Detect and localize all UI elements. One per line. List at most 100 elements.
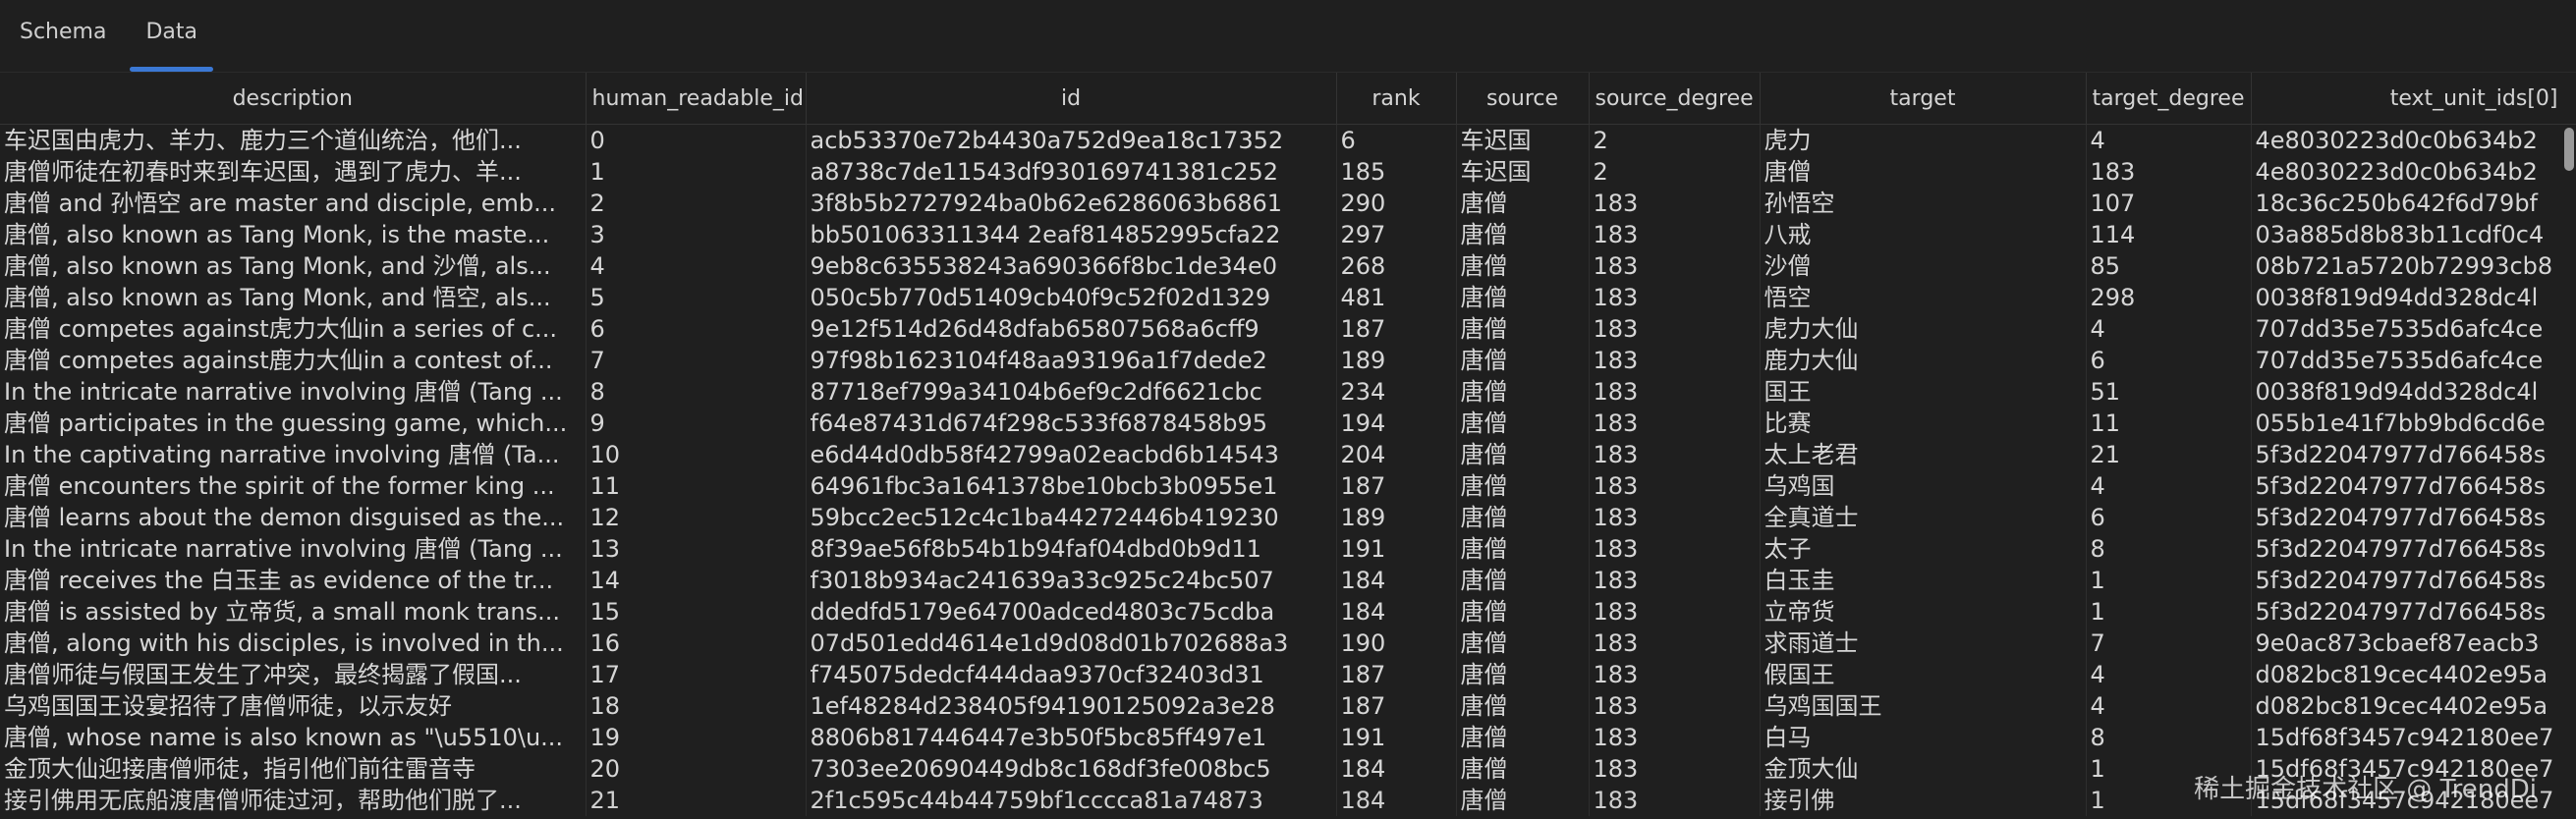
cell-human-readable-id: 10 [586, 439, 807, 470]
table-row[interactable]: In the intricate narrative involving 唐僧 … [0, 376, 2576, 408]
cell-target-degree: 107 [2086, 188, 2252, 219]
cell-source-degree: 183 [1589, 219, 1761, 250]
cell-id: 2f1c595c44b44759bf1cccca81a74873 [806, 785, 1337, 816]
cell-text-unit-ids: 5f3d22047977d766458s [2251, 502, 2576, 533]
cell-source: 唐僧 [1456, 282, 1590, 313]
column-header-text-unit-ids[interactable]: text_unit_ids[0] [2251, 73, 2576, 125]
cell-target-degree: 51 [2086, 376, 2252, 408]
column-header-human-readable-id[interactable]: human_readable_id [586, 73, 807, 125]
cell-source: 唐僧 [1456, 439, 1590, 470]
cell-text-unit-ids: 18c36c250b642f6d79bf [2251, 188, 2576, 219]
cell-source-degree: 183 [1589, 282, 1761, 313]
cell-target: 虎力 [1760, 124, 2087, 156]
cell-target-degree: 6 [2086, 502, 2252, 533]
cell-text-unit-ids: 15df68f3457c942180ee7 [2251, 722, 2576, 753]
table-row[interactable]: 唐僧, whose name is also known as "\u5510\… [0, 722, 2576, 753]
cell-source: 唐僧 [1456, 313, 1590, 345]
tab-schema[interactable]: Schema [0, 0, 126, 72]
cell-rank: 191 [1336, 533, 1457, 565]
table-row[interactable]: 唐僧 participates in the guessing game, wh… [0, 408, 2576, 439]
cell-description: 唐僧, also known as Tang Monk, and 悟空, als… [0, 282, 587, 313]
table-row[interactable]: In the captivating narrative involving 唐… [0, 439, 2576, 470]
cell-source: 唐僧 [1456, 188, 1590, 219]
cell-target-degree: 183 [2086, 156, 2252, 188]
scrollbar-thumb[interactable] [2564, 128, 2574, 171]
table-row[interactable]: 唐僧 and 孙悟空 are master and disciple, emb.… [0, 188, 2576, 219]
table-row[interactable]: 唐僧 competes against虎力大仙in a series of c.… [0, 313, 2576, 345]
table-row[interactable]: 唐僧, along with his disciples, is involve… [0, 628, 2576, 659]
table-row[interactable]: 唐僧师徒在初春时来到车迟国，遇到了虎力、羊... 1 a8738c7de11543d… [0, 156, 2576, 188]
cell-source: 唐僧 [1456, 690, 1590, 722]
cell-description: 唐僧 participates in the guessing game, wh… [0, 408, 587, 439]
cell-target-degree: 8 [2086, 722, 2252, 753]
cell-id: e6d44d0db58f42799a02eacbd6b14543 [806, 439, 1337, 470]
cell-id: 050c5b770d51409cb40f9c52f02d1329 [806, 282, 1337, 313]
cell-source-degree: 183 [1589, 439, 1761, 470]
cell-text-unit-ids: 055b1e41f7bb9bd6cd6e [2251, 408, 2576, 439]
cell-target: 立帝货 [1760, 596, 2087, 628]
cell-target-degree: 114 [2086, 219, 2252, 250]
cell-rank: 187 [1336, 313, 1457, 345]
cell-id: 1ef48284d238405f94190125092a3e28 [806, 690, 1337, 722]
cell-target: 接引佛 [1760, 785, 2087, 816]
cell-source: 唐僧 [1456, 502, 1590, 533]
cell-source: 车迟国 [1456, 124, 1590, 156]
column-header-source-degree[interactable]: source_degree [1589, 73, 1761, 125]
cell-id: 87718ef799a34104b6ef9c2df6621cbc [806, 376, 1337, 408]
column-header-source[interactable]: source [1456, 73, 1590, 125]
table-row[interactable]: 唐僧 learns about the demon disguised as t… [0, 502, 2576, 533]
cell-target-degree: 8 [2086, 533, 2252, 565]
column-header-target-degree[interactable]: target_degree [2086, 73, 2252, 125]
cell-description: 乌鸡国国王设宴招待了唐僧师徒，以示友好 [0, 690, 587, 722]
column-header-id[interactable]: id [806, 73, 1337, 125]
cell-id: 8806b817446447e3b50f5bc85ff497e1 [806, 722, 1337, 753]
cell-text-unit-ids: 4e8030223d0c0b634b2 [2251, 124, 2576, 156]
cell-rank: 191 [1336, 722, 1457, 753]
table-row[interactable]: 唐僧师徒与假国王发生了冲突，最终揭露了假国... 17 f745075dedcf44… [0, 659, 2576, 690]
table-row[interactable]: In the intricate narrative involving 唐僧 … [0, 533, 2576, 565]
cell-id: 9e12f514d26d48dfab65807568a6cff9 [806, 313, 1337, 345]
cell-source: 唐僧 [1456, 722, 1590, 753]
cell-description: In the intricate narrative involving 唐僧 … [0, 533, 587, 565]
tab-data[interactable]: Data [126, 0, 217, 72]
table-row[interactable]: 金顶大仙迎接唐僧师徒，指引他们前往雷音寺 20 7303ee20690449db8c… [0, 753, 2576, 785]
cell-source-degree: 183 [1589, 596, 1761, 628]
cell-id: f64e87431d674f298c533f6878458b95 [806, 408, 1337, 439]
column-header-description[interactable]: description [0, 73, 587, 125]
table-row[interactable]: 车迟国由虎力、羊力、鹿力三个道仙统治，他们... 0 acb53370e72b443… [0, 124, 2576, 156]
cell-source-degree: 183 [1589, 690, 1761, 722]
cell-source-degree: 2 [1589, 156, 1761, 188]
table-row[interactable]: 乌鸡国国王设宴招待了唐僧师徒，以示友好 18 1ef48284d238405f941… [0, 690, 2576, 722]
cell-rank: 234 [1336, 376, 1457, 408]
table-row[interactable]: 唐僧, also known as Tang Monk, and 沙僧, als… [0, 250, 2576, 282]
table-row[interactable]: 唐僧 competes against鹿力大仙in a contest of..… [0, 345, 2576, 376]
cell-id: 3f8b5b2727924ba0b62e6286063b6861 [806, 188, 1337, 219]
table-row[interactable]: 唐僧 is assisted by 立帝货, a small monk tran… [0, 596, 2576, 628]
table-row[interactable]: 唐僧 encounters the spirit of the former k… [0, 470, 2576, 502]
cell-id: a8738c7de11543df930169741381c252 [806, 156, 1337, 188]
table-body: 车迟国由虎力、羊力、鹿力三个道仙统治，他们... 0 acb53370e72b443… [0, 124, 2576, 816]
vertical-scrollbar[interactable] [2562, 128, 2576, 819]
table-row[interactable]: 唐僧, also known as Tang Monk, and 悟空, als… [0, 282, 2576, 313]
column-header-target[interactable]: target [1760, 73, 2087, 125]
cell-target-degree: 298 [2086, 282, 2252, 313]
cell-source-degree: 183 [1589, 785, 1761, 816]
cell-human-readable-id: 20 [586, 753, 807, 785]
cell-target: 悟空 [1760, 282, 2087, 313]
cell-human-readable-id: 8 [586, 376, 807, 408]
cell-human-readable-id: 19 [586, 722, 807, 753]
cell-rank: 187 [1336, 470, 1457, 502]
table-row[interactable]: 唐僧, also known as Tang Monk, is the mast… [0, 219, 2576, 250]
cell-rank: 194 [1336, 408, 1457, 439]
cell-description: 唐僧 competes against虎力大仙in a series of c.… [0, 313, 587, 345]
table-row[interactable]: 接引佛用无底船渡唐僧师徒过河，帮助他们脱了... 21 2f1c595c44b447… [0, 785, 2576, 816]
cell-description: 唐僧, also known as Tang Monk, and 沙僧, als… [0, 250, 587, 282]
cell-id: 7303ee20690449db8c168df3fe008bc5 [806, 753, 1337, 785]
table-row[interactable]: 唐僧 receives the 白玉圭 as evidence of the t… [0, 565, 2576, 596]
column-header-rank[interactable]: rank [1336, 73, 1457, 125]
cell-text-unit-ids: 5f3d22047977d766458s [2251, 439, 2576, 470]
cell-id: 59bcc2ec512c4c1ba44272446b419230 [806, 502, 1337, 533]
cell-human-readable-id: 14 [586, 565, 807, 596]
cell-rank: 190 [1336, 628, 1457, 659]
data-viewer: Schema Data description human_readable_i… [0, 0, 2576, 819]
